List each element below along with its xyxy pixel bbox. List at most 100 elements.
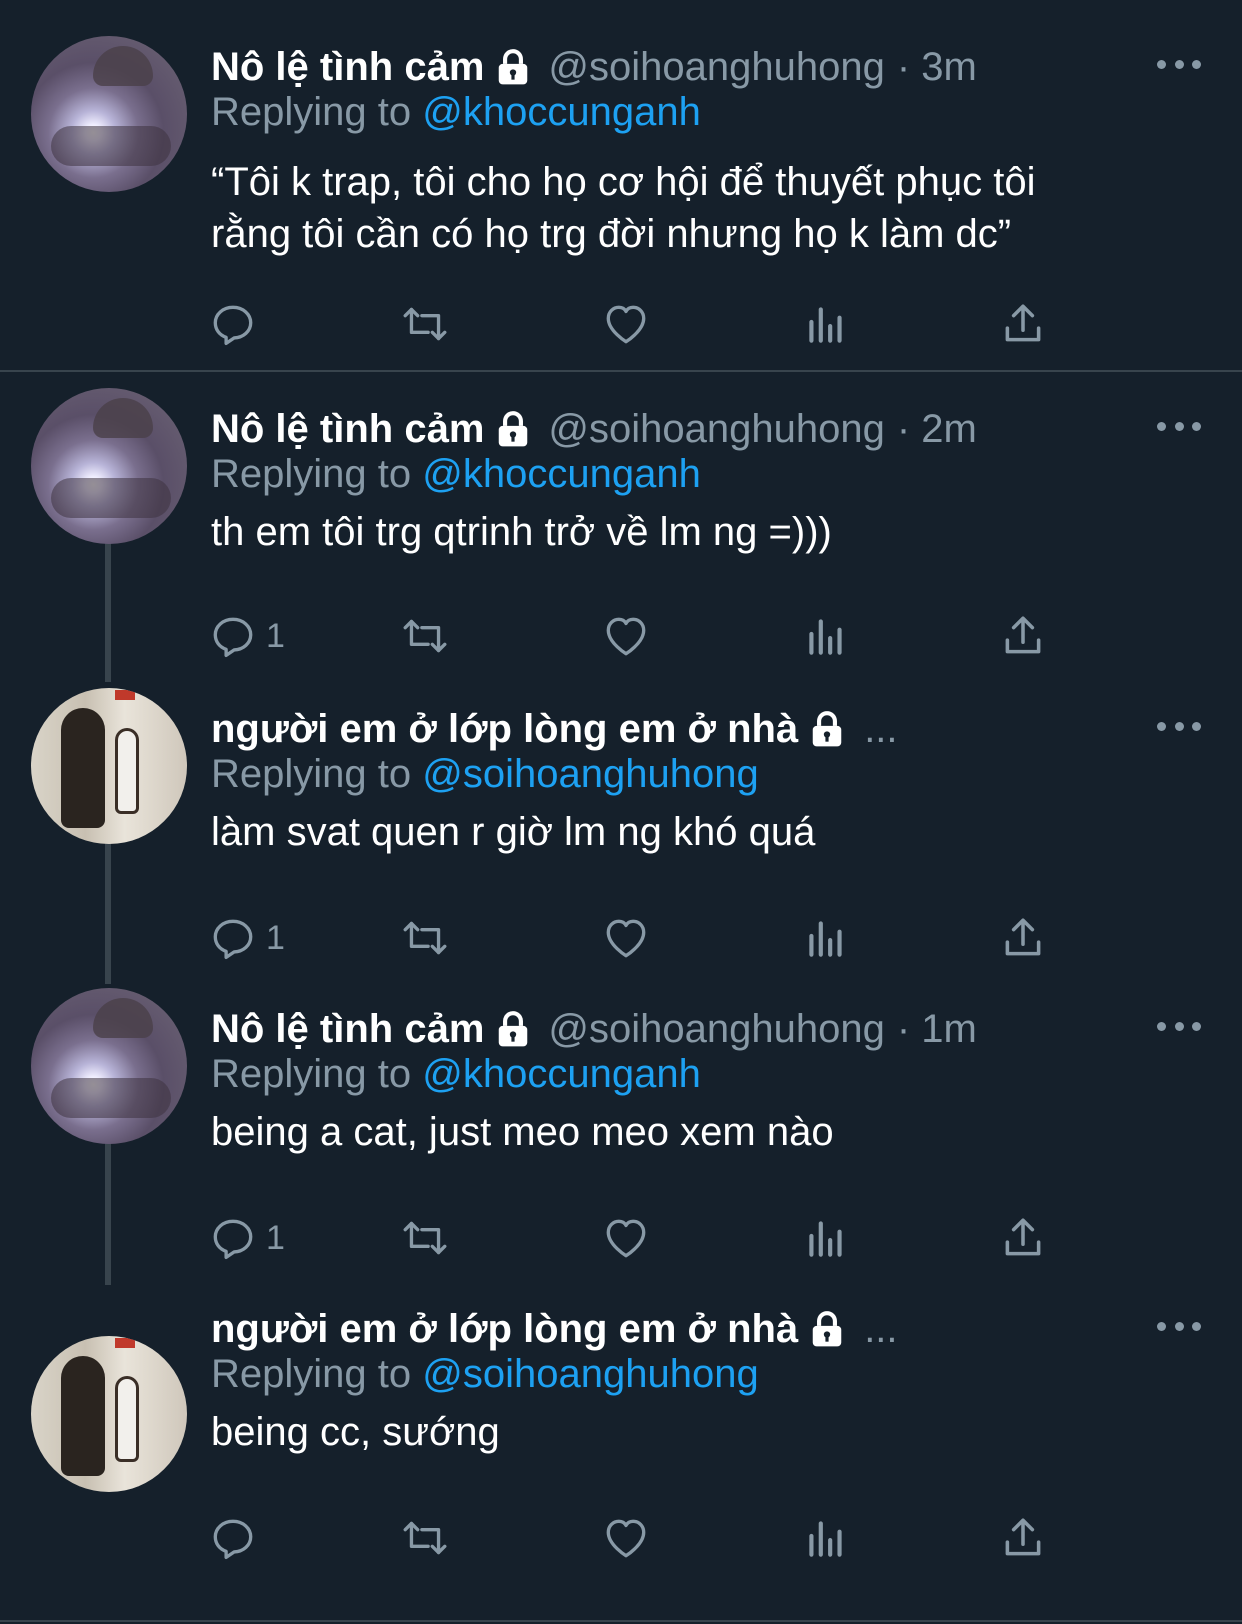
user-handle[interactable]: @soihoanghuhong	[548, 407, 884, 452]
avatar[interactable]	[31, 988, 187, 1144]
more-icon[interactable]	[1157, 56, 1201, 72]
analytics-button[interactable]	[801, 912, 851, 964]
tweet[interactable]: người em ở lớp lòng em ở nhà ... Replyin…	[0, 1274, 1242, 1624]
like-icon	[606, 305, 646, 344]
tweet-header: người em ở lớp lòng em ở nhà ...	[211, 1304, 898, 1354]
tweet-actions: 1	[208, 1212, 1088, 1264]
reply-button[interactable]: 1	[208, 912, 285, 964]
more-icon[interactable]	[1157, 418, 1201, 434]
reply-icon	[213, 1519, 253, 1560]
tweet-text: being a cat, just meo meo xem nào	[211, 1106, 1171, 1158]
share-icon	[1005, 616, 1041, 654]
display-name[interactable]: Nô lệ tình cảm	[211, 1007, 484, 1052]
retweet-button[interactable]	[400, 298, 450, 350]
like-button[interactable]	[601, 1512, 651, 1564]
like-button[interactable]	[601, 912, 651, 964]
replying-to: Replying to @khoccunganh	[211, 452, 701, 497]
retweet-button[interactable]	[400, 1212, 450, 1264]
truncation-ellipsis: ...	[864, 706, 898, 751]
tweet-text: being cc, sướng	[211, 1406, 1171, 1458]
tweet-actions	[208, 298, 1088, 350]
tweet-header: Nô lệ tình cảm @soihoanghuhong · 2m	[211, 404, 977, 454]
retweet-icon	[403, 921, 447, 955]
mention-link[interactable]: @soihoanghuhong	[422, 1352, 758, 1396]
lock-icon	[494, 1010, 532, 1048]
reply-count: 1	[266, 1218, 285, 1257]
reply-button[interactable]	[208, 1512, 266, 1564]
tweet[interactable]: người em ở lớp lòng em ở nhà ... Replyin…	[0, 672, 1242, 974]
retweet-icon	[403, 307, 447, 341]
share-button[interactable]	[998, 298, 1048, 350]
retweet-button[interactable]	[400, 1512, 450, 1564]
like-icon	[606, 1219, 646, 1258]
avatar[interactable]	[31, 36, 187, 192]
timestamp[interactable]: · 1m	[897, 1007, 977, 1052]
share-button[interactable]	[998, 1212, 1048, 1264]
replying-prefix: Replying to	[211, 1052, 412, 1096]
reply-count: 1	[266, 616, 285, 655]
share-icon	[1005, 918, 1041, 956]
analytics-button[interactable]	[801, 1212, 851, 1264]
retweet-icon	[403, 1221, 447, 1255]
display-name[interactable]: Nô lệ tình cảm	[211, 407, 484, 452]
tweet-text-line: “Tôi k trap, tôi cho họ cơ hội để thuyết…	[211, 160, 1036, 204]
reply-count: 1	[266, 918, 285, 957]
reply-button[interactable]	[208, 298, 266, 350]
timestamp[interactable]: · 2m	[897, 407, 977, 452]
replying-to: Replying to @khoccunganh	[211, 1052, 701, 1097]
lock-icon	[808, 1310, 846, 1348]
like-icon	[606, 919, 646, 958]
tweet-text: “Tôi k trap, tôi cho họ cơ hội để thuyết…	[211, 156, 1171, 260]
reply-icon	[213, 1219, 253, 1260]
display-name[interactable]: người em ở lớp lòng em ở nhà	[211, 707, 798, 752]
share-button[interactable]	[998, 610, 1048, 662]
lock-icon	[808, 710, 846, 748]
more-icon[interactable]	[1157, 1318, 1201, 1334]
display-name[interactable]: Nô lệ tình cảm	[211, 45, 484, 90]
retweet-button[interactable]	[400, 610, 450, 662]
tweet-text-line: being a cat, just meo meo xem nào	[211, 1110, 834, 1154]
more-icon[interactable]	[1157, 718, 1201, 734]
retweet-button[interactable]	[400, 912, 450, 964]
replying-to: Replying to @khoccunganh	[211, 90, 701, 135]
replying-prefix: Replying to	[211, 752, 412, 796]
share-button[interactable]	[998, 1512, 1048, 1564]
share-button[interactable]	[998, 912, 1048, 964]
analytics-button[interactable]	[801, 1512, 851, 1564]
timestamp[interactable]: · 3m	[897, 45, 977, 90]
avatar[interactable]	[31, 388, 187, 544]
mention-link[interactable]: @khoccunganh	[422, 90, 701, 134]
mention-link[interactable]: @khoccunganh	[422, 452, 701, 496]
mention-link[interactable]: @soihoanghuhong	[422, 752, 758, 796]
tweet-header: người em ở lớp lòng em ở nhà ...	[211, 704, 898, 754]
tweet[interactable]: Nô lệ tình cảm @soihoanghuhong · 2m Repl…	[0, 372, 1242, 672]
tweet-text-line: th em tôi trg qtrinh trở về lm ng =)))	[211, 510, 832, 554]
like-button[interactable]	[601, 610, 651, 662]
reply-button[interactable]: 1	[208, 610, 285, 662]
analytics-icon	[809, 619, 842, 655]
avatar[interactable]	[31, 688, 187, 844]
display-name[interactable]: người em ở lớp lòng em ở nhà	[211, 1307, 798, 1352]
user-handle[interactable]: @soihoanghuhong	[548, 45, 884, 90]
tweet-actions	[208, 1512, 1088, 1564]
tweet-divider	[0, 1620, 1242, 1622]
tweet[interactable]: Nô lệ tình cảm @soihoanghuhong · 1m Repl…	[0, 974, 1242, 1274]
like-button[interactable]	[601, 1212, 651, 1264]
replying-prefix: Replying to	[211, 452, 412, 496]
reply-button[interactable]: 1	[208, 1212, 285, 1264]
replying-prefix: Replying to	[211, 1352, 412, 1396]
user-handle[interactable]: @soihoanghuhong	[548, 1007, 884, 1052]
like-button[interactable]	[601, 298, 651, 350]
analytics-button[interactable]	[801, 610, 851, 662]
analytics-icon	[809, 1521, 842, 1557]
reply-icon	[213, 305, 253, 346]
analytics-button[interactable]	[801, 298, 851, 350]
more-icon[interactable]	[1157, 1018, 1201, 1034]
share-icon	[1005, 1518, 1041, 1556]
tweet-header: Nô lệ tình cảm @soihoanghuhong · 1m	[211, 1004, 977, 1054]
tweet[interactable]: Nô lệ tình cảm @soihoanghuhong · 3m Repl…	[0, 0, 1242, 372]
tweet-text: th em tôi trg qtrinh trở về lm ng =)))	[211, 506, 1171, 558]
like-icon	[606, 1519, 646, 1558]
mention-link[interactable]: @khoccunganh	[422, 1052, 701, 1096]
avatar[interactable]	[31, 1336, 187, 1492]
